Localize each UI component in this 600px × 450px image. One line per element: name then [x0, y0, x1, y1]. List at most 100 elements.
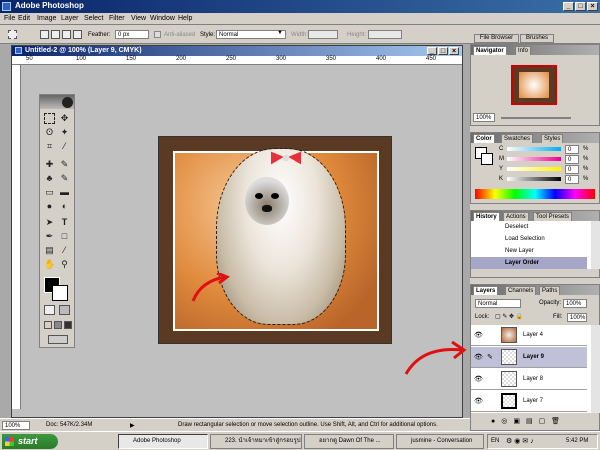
screen-mode-standard-icon[interactable] — [44, 321, 52, 329]
color-ramp[interactable] — [475, 189, 595, 199]
layer-row[interactable]: 👁 Layer 4 — [471, 325, 587, 346]
eye-icon[interactable]: 👁 — [474, 397, 483, 405]
feather-input[interactable]: 0 px — [115, 30, 149, 39]
navigator-zoom[interactable]: 100% — [473, 113, 495, 122]
document-title-bar[interactable]: Untitled-2 @ 100% (Layer 9, CMYK) _ □ × — [12, 46, 462, 56]
eraser-icon[interactable]: ▭ — [44, 187, 55, 198]
color-tab[interactable]: Color — [473, 134, 495, 143]
layers-bottom-icons[interactable]: ●◎▣▤▢🗑 — [491, 417, 566, 425]
paths-tab[interactable]: Paths — [539, 286, 561, 295]
menu-view[interactable]: View — [131, 15, 146, 22]
subtract-selection-icon[interactable] — [62, 30, 71, 39]
menu-image[interactable]: Image — [37, 15, 56, 22]
height-input[interactable] — [368, 30, 402, 39]
slice-tool-icon[interactable]: ⁄ — [59, 141, 70, 152]
menu-layer[interactable]: Layer — [61, 15, 79, 22]
channel-y-value[interactable]: 0 — [565, 165, 579, 174]
menu-help[interactable]: Help — [178, 15, 192, 22]
doc-minimize-button[interactable]: _ — [427, 47, 437, 55]
notes-tool-icon[interactable]: ▤ — [44, 245, 55, 256]
background-color-swatch[interactable] — [52, 285, 68, 301]
channels-tab[interactable]: Channels — [505, 286, 537, 295]
screen-mode-full-icon[interactable] — [64, 321, 72, 329]
actions-tab[interactable]: Actions — [503, 212, 529, 221]
history-brush-icon[interactable]: ✎ — [59, 173, 70, 184]
clone-stamp-icon[interactable]: ♣ — [44, 173, 55, 184]
dodge-tool-icon[interactable]: ◐ — [59, 201, 70, 212]
tray-icons[interactable]: ⚙◉✉♪ — [506, 437, 536, 445]
quick-mask-icon[interactable] — [59, 305, 70, 315]
task-browser-1[interactable]: 223. นำเจ้าหมาเข้าสู่กรอบรูป... — [210, 434, 302, 449]
new-selection-icon[interactable] — [40, 30, 49, 39]
healing-brush-icon[interactable]: ✚ — [44, 159, 55, 170]
menu-select[interactable]: Select — [84, 15, 103, 22]
marquee-tool-icon[interactable] — [44, 113, 55, 124]
navigator-thumbnail[interactable] — [511, 65, 557, 105]
channel-y-slider[interactable] — [507, 167, 561, 171]
layers-tab[interactable]: Layers — [473, 286, 499, 295]
vertical-ruler[interactable] — [12, 65, 21, 409]
fill-input[interactable]: 100% — [567, 313, 587, 322]
task-messenger[interactable]: jusmine - Conversation — [396, 434, 484, 449]
file-browser-tab[interactable]: File Browser — [474, 34, 519, 43]
adobe-online-icon[interactable] — [62, 97, 73, 108]
channel-m-slider[interactable] — [507, 157, 561, 161]
opacity-input[interactable]: 100% — [563, 299, 587, 308]
magic-wand-icon[interactable]: ✦ — [59, 127, 70, 138]
photo-frame[interactable] — [158, 136, 392, 344]
menu-edit[interactable]: Edit — [18, 15, 30, 22]
intersect-selection-icon[interactable] — [73, 30, 82, 39]
history-item[interactable]: New Layer — [471, 245, 587, 257]
status-arrow-icon[interactable]: ▶ — [130, 422, 135, 429]
menu-file[interactable]: File — [4, 15, 15, 22]
type-tool-icon[interactable]: T — [59, 217, 70, 228]
styles-tab[interactable]: Styles — [541, 134, 564, 143]
channel-c-value[interactable]: 0 — [565, 145, 579, 154]
move-tool-icon[interactable]: ✥ — [59, 113, 70, 124]
eye-icon[interactable]: 👁 — [474, 375, 483, 383]
eye-icon[interactable]: 👁 — [474, 331, 483, 339]
channel-k-value[interactable]: 0 — [565, 175, 579, 184]
close-button[interactable]: × — [587, 2, 598, 11]
swatches-tab[interactable]: Swatches — [501, 134, 534, 143]
history-item[interactable]: Deselect — [471, 221, 587, 233]
jump-to-imageready-icon[interactable] — [48, 335, 68, 344]
info-tab[interactable]: Info — [515, 46, 532, 55]
channel-c-slider[interactable] — [507, 147, 561, 151]
add-selection-icon[interactable] — [51, 30, 60, 39]
maximize-button[interactable]: □ — [575, 2, 586, 11]
navigator-tab[interactable]: Navigator — [473, 46, 507, 55]
language-indicator[interactable]: EN — [491, 438, 499, 444]
layer-row[interactable]: 👁 Layer 7 — [471, 391, 587, 412]
lock-icon[interactable]: ▢ ✎ ✥ 🔒 — [495, 313, 523, 320]
minimize-button[interactable]: _ — [563, 2, 574, 11]
zoom-tool-icon[interactable]: ⚲ — [59, 259, 70, 270]
standard-mode-icon[interactable] — [44, 305, 55, 315]
task-photoshop[interactable]: Adobe Photoshop — [118, 434, 208, 449]
lasso-tool-icon[interactable]: ʘ — [44, 127, 55, 138]
brush-tool-icon[interactable]: ✎ — [59, 159, 70, 170]
horizontal-ruler[interactable]: 50 100 150 200 250 300 350 400 450 — [12, 56, 462, 65]
shape-tool-icon[interactable]: □ — [59, 231, 70, 242]
doc-close-button[interactable]: × — [449, 47, 459, 55]
menu-window[interactable]: Window — [150, 15, 175, 22]
channel-k-slider[interactable] — [507, 177, 561, 181]
zoom-field[interactable]: 100% — [2, 421, 30, 430]
eye-icon[interactable]: 👁 — [474, 353, 483, 361]
history-scrollbar[interactable] — [591, 221, 600, 269]
screen-mode-full-menu-icon[interactable] — [54, 321, 62, 329]
history-item-current[interactable]: Layer Order — [471, 257, 587, 269]
blend-mode-select[interactable]: Normal — [475, 299, 521, 308]
hand-tool-icon[interactable]: ✋ — [44, 259, 55, 270]
history-tab[interactable]: History — [473, 212, 500, 221]
doc-maximize-button[interactable]: □ — [438, 47, 448, 55]
menu-filter[interactable]: Filter — [109, 15, 125, 22]
gradient-icon[interactable]: ▬ — [59, 187, 70, 198]
style-select[interactable]: Normal — [216, 30, 286, 39]
brushes-tab[interactable]: Brushes — [520, 34, 554, 43]
eyedropper-icon[interactable]: ⁄ — [59, 245, 70, 256]
channel-m-value[interactable]: 0 — [565, 155, 579, 164]
layers-scrollbar[interactable] — [591, 325, 600, 413]
marquee-preset-icon[interactable] — [8, 30, 17, 39]
navigator-zoom-slider[interactable] — [501, 117, 571, 119]
